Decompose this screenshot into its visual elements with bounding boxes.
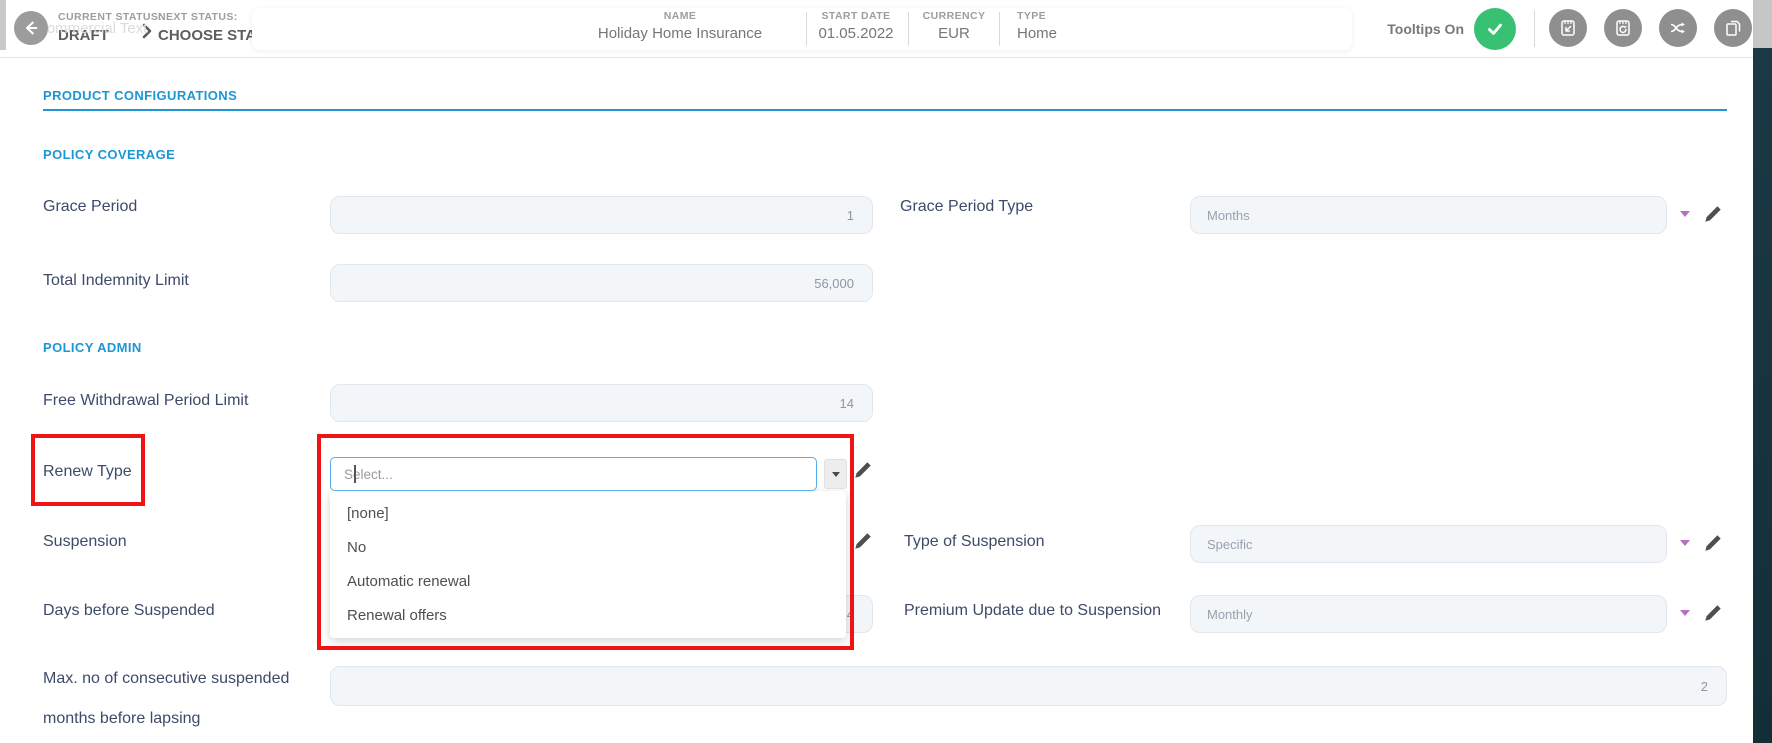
- total-indemnity-limit-input[interactable]: 56,000: [330, 264, 873, 302]
- premium-update-label: Premium Update due to Suspension: [904, 602, 1161, 620]
- header-divider: [999, 12, 1000, 46]
- currency-field: CURRENCY EUR: [912, 10, 996, 42]
- free-withdrawal-period-limit-value: 14: [331, 396, 872, 411]
- section-underline: [43, 109, 1727, 111]
- edit-icon[interactable]: [852, 530, 874, 552]
- grace-period-value: 1: [331, 208, 872, 223]
- currency-label: CURRENCY: [912, 10, 996, 22]
- window-edge: [0, 0, 6, 50]
- renew-type-option-renewal-offers[interactable]: Renewal offers: [330, 599, 846, 633]
- save-refresh-icon: [1613, 18, 1633, 38]
- start-date-field: START DATE 01.05.2022: [808, 10, 904, 42]
- days-before-suspended-label: Days before Suspended: [43, 602, 215, 620]
- grace-period-label: Grace Period: [43, 198, 137, 216]
- save-import-icon: [1558, 18, 1578, 38]
- grace-period-input[interactable]: 1: [330, 196, 873, 234]
- renew-type-label: Renew Type: [43, 463, 132, 481]
- grace-period-type-label: Grace Period Type: [900, 198, 1033, 216]
- suspension-label: Suspension: [43, 533, 127, 551]
- type-value: Home: [1017, 25, 1127, 42]
- type-of-suspension-label: Type of Suspension: [904, 533, 1045, 551]
- renew-type-dropdown-list: [none] No Automatic renewal Renewal offe…: [330, 491, 846, 638]
- currency-value: EUR: [912, 25, 996, 42]
- tooltips-check-icon: [1484, 18, 1506, 40]
- copy-button[interactable]: [1714, 9, 1752, 47]
- name-field: NAME Holiday Home Insurance: [540, 10, 820, 42]
- caret-down-icon: [832, 472, 840, 477]
- save-import-button[interactable]: [1549, 9, 1587, 47]
- max-consecutive-label-line1: Max. no of consecutive suspended: [43, 670, 289, 688]
- watermark-text: Commercial Text: [36, 20, 147, 37]
- premium-update-value: Monthly: [1191, 607, 1666, 622]
- type-of-suspension-value: Specific: [1191, 537, 1666, 552]
- copy-icon: [1723, 18, 1743, 38]
- edit-icon[interactable]: [852, 459, 874, 481]
- tooltips-toggle-label: Tooltips On: [1344, 21, 1464, 37]
- section-policy-coverage: POLICY COVERAGE: [43, 147, 175, 162]
- start-date-value: 01.05.2022: [808, 25, 904, 42]
- grace-period-type-value: Months: [1191, 208, 1666, 223]
- next-status-label: NEXT STATUS:: [158, 11, 238, 23]
- caret-down-icon[interactable]: [1680, 211, 1690, 217]
- caret-down-icon[interactable]: [1680, 540, 1690, 546]
- renew-type-placeholder: Select...: [331, 467, 393, 482]
- premium-update-select[interactable]: Monthly: [1190, 595, 1667, 633]
- product-configuration-screen: Commercial Text CURRENT STATUS: DRAFT NE…: [0, 0, 1772, 743]
- tooltips-toggle-button[interactable]: [1474, 8, 1516, 50]
- grace-period-type-select[interactable]: Months: [1190, 196, 1667, 234]
- scrollbar-thumb[interactable]: [1753, 0, 1772, 48]
- total-indemnity-limit-label: Total Indemnity Limit: [43, 272, 189, 290]
- name-value: Holiday Home Insurance: [540, 25, 820, 42]
- edit-icon[interactable]: [1702, 532, 1724, 554]
- max-consecutive-value: 2: [331, 679, 1726, 694]
- header-divider: [1534, 10, 1535, 47]
- total-indemnity-limit-value: 56,000: [331, 276, 872, 291]
- free-withdrawal-period-limit-input[interactable]: 14: [330, 384, 873, 422]
- type-field: TYPE Home: [1017, 10, 1127, 42]
- type-label: TYPE: [1017, 10, 1127, 22]
- edit-icon[interactable]: [1702, 203, 1724, 225]
- page-background-strip: [1753, 0, 1772, 743]
- start-date-label: START DATE: [808, 10, 904, 22]
- max-consecutive-label-line2: months before lapsing: [43, 710, 200, 728]
- renew-type-option-automatic-renewal[interactable]: Automatic renewal: [330, 565, 846, 599]
- header-divider: [908, 12, 909, 46]
- section-policy-admin: POLICY ADMIN: [43, 340, 142, 355]
- caret-down-icon[interactable]: [1680, 610, 1690, 616]
- shuffle-icon: [1668, 18, 1688, 38]
- renew-type-option-none[interactable]: [none]: [330, 497, 846, 531]
- back-button[interactable]: [14, 11, 48, 45]
- shuffle-button[interactable]: [1659, 9, 1697, 47]
- header-bar: Commercial Text CURRENT STATUS: DRAFT NE…: [0, 0, 1753, 58]
- header-divider: [806, 12, 807, 46]
- back-icon: [22, 19, 40, 37]
- renew-type-select-input[interactable]: Select...: [330, 457, 817, 491]
- free-withdrawal-period-limit-label: Free Withdrawal Period Limit: [43, 392, 248, 410]
- name-label: NAME: [540, 10, 820, 22]
- renew-type-option-no[interactable]: No: [330, 531, 846, 565]
- section-product-configurations: PRODUCT CONFIGURATIONS: [43, 88, 237, 103]
- renew-type-dropdown-button[interactable]: [824, 459, 847, 489]
- max-consecutive-input[interactable]: 2: [330, 666, 1727, 706]
- type-of-suspension-select[interactable]: Specific: [1190, 525, 1667, 563]
- text-cursor: [354, 465, 356, 483]
- save-refresh-button[interactable]: [1604, 9, 1642, 47]
- edit-icon[interactable]: [1702, 602, 1724, 624]
